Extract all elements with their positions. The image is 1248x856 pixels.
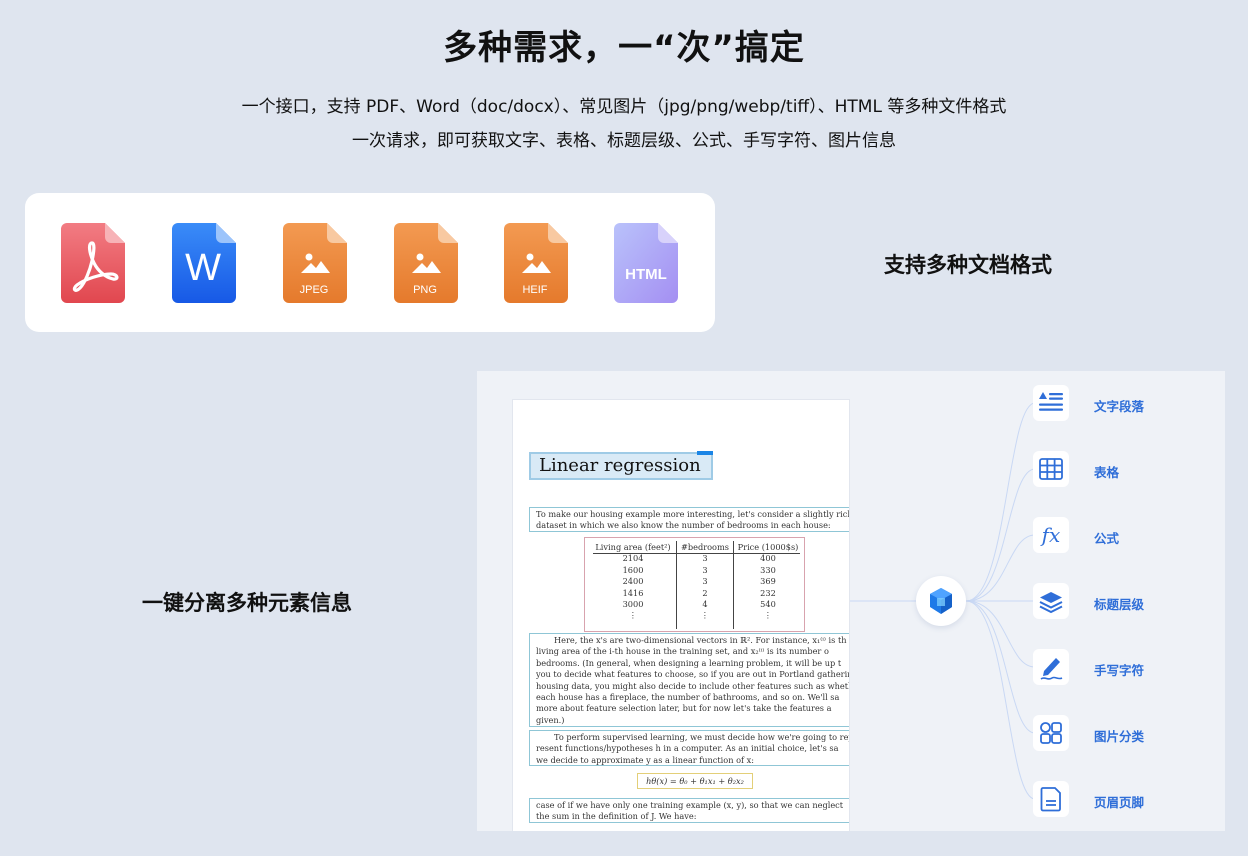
feature-label-image-category: 图片分类 (1094, 729, 1145, 744)
table-cell: 232 (760, 587, 776, 598)
svg-text:HEIF: HEIF (522, 284, 547, 296)
feature-label-table: 表格 (1094, 465, 1120, 480)
feature-label-header-footer: 页眉页脚 (1094, 795, 1145, 810)
text-line: case of if we have only one training exa… (536, 800, 844, 810)
formula-fx-icon: fx (1033, 517, 1069, 553)
table-header-cell: #bedrooms (681, 542, 729, 552)
subtitle-capabilities: 一次请求，即可获取文字、表格、标题层级、公式、手写字符、图片信息 (352, 131, 896, 151)
handwriting-pen-icon (1033, 649, 1069, 685)
paragraph-block: To perform supervised learning, we must … (529, 730, 850, 766)
text-line: To make our housing example more interes… (536, 509, 850, 519)
layers-icon (1033, 583, 1069, 619)
document-preview: Linear regression To make our housing ex… (512, 399, 850, 831)
text-line: dataset in which we also know the number… (536, 520, 831, 531)
table-cell: 369 (760, 576, 776, 587)
format-icons-card: W JPEG PNG HEIF HTML (25, 193, 715, 332)
text-line: bedrooms. (In general, when designing a … (536, 657, 842, 668)
feature-label-text: 文字段落 (1094, 399, 1145, 414)
table-cell: 1416 (622, 587, 644, 598)
svg-text:fx: fx (1040, 523, 1061, 547)
subtitle-formats: 一个接口，支持 PDF、Word（doc/docx）、常见图片（jpg/png/… (241, 97, 1007, 117)
table-cell: 400 (760, 553, 776, 564)
table-cell: 2400 (622, 576, 644, 587)
table-cell: 3 (702, 576, 708, 587)
table-cell: 1600 (622, 564, 644, 575)
element-separation-demo: Linear regression To make our housing ex… (477, 371, 1225, 831)
feature-label-formula: 公式 (1094, 531, 1120, 546)
svg-text:JPEG: JPEG (300, 284, 329, 296)
paragraph-block: To make our housing example more interes… (529, 507, 850, 532)
header-footer-icon (1033, 781, 1069, 817)
pdf-file-icon (61, 223, 125, 303)
text-line: the sum in the definition of J. We have: (536, 811, 697, 822)
heif-file-icon: HEIF (504, 223, 568, 303)
table-cell: 540 (760, 599, 776, 610)
text-line: housing data, you might also decide to i… (536, 680, 850, 691)
text-line: we decide to approximate y as a linear f… (536, 754, 755, 765)
table-cell: 2 (702, 587, 708, 598)
formula-block: hθ(x) = θ₀ + θ₁x₁ + θ₂x₂ (637, 773, 753, 789)
feature-label-heading-levels: 标题层级 (1094, 597, 1145, 612)
html-file-icon: HTML (614, 223, 678, 303)
page-title: 多种需求，一“次”搞定 (443, 28, 805, 68)
table-header-cell: Price (1000$s) (737, 542, 799, 552)
table-cell: ⋮ (700, 610, 710, 621)
feature-label-handwriting: 手写字符 (1094, 663, 1145, 678)
table-cell: 3000 (622, 599, 644, 610)
paragraph-block: Here, the x's are two-dimensional vector… (529, 633, 850, 727)
table-cell: 4 (702, 599, 708, 610)
table-header-cell: Living area (feet²) (595, 542, 671, 552)
image-category-icon (1033, 715, 1069, 751)
text-paragraph-icon (1033, 385, 1069, 421)
png-file-icon: PNG (394, 223, 458, 303)
text-line: resent functions/hypotheses h in a compu… (536, 743, 839, 754)
separation-label: 一键分离多种元素信息 (142, 591, 352, 615)
text-line: given.) (536, 714, 565, 725)
text-line: you to decide what features to choose, s… (536, 669, 850, 680)
text-line: living area of the i-th house in the tra… (536, 646, 829, 657)
table-column: Living area (feet²) 2104 1600 2400 1416 … (591, 542, 675, 622)
svg-text:HTML: HTML (625, 266, 667, 283)
svg-text:W: W (185, 247, 221, 289)
word-file-icon: W (172, 223, 236, 303)
text-line: more about feature selection later, but … (536, 703, 832, 714)
table-cell: 3 (702, 564, 708, 575)
table-icon (1033, 451, 1069, 487)
jpeg-file-icon: JPEG (283, 223, 347, 303)
document-title: Linear regression (539, 455, 701, 476)
data-table: Living area (feet²) 2104 1600 2400 1416 … (584, 537, 805, 632)
table-cell: 330 (760, 564, 776, 575)
text-line: To perform supervised learning, we must … (554, 732, 850, 742)
cube-logo-icon (930, 588, 952, 614)
svg-text:PNG: PNG (413, 284, 437, 296)
text-line: each house has a fireplace, the number o… (536, 692, 840, 703)
table-cell: ⋮ (763, 610, 773, 621)
table-column: Price (1000$s) 400 330 369 232 540 ⋮ (735, 542, 801, 622)
table-cell: 2104 (622, 553, 644, 564)
table-cell: ⋮ (628, 610, 638, 621)
engine-hub (916, 576, 966, 626)
text-line: Here, the x's are two-dimensional vector… (554, 635, 847, 645)
table-cell: 3 (702, 553, 708, 564)
paragraph-block: case of if we have only one training exa… (529, 798, 849, 823)
table-column: #bedrooms 3 3 3 2 4 ⋮ (678, 542, 732, 622)
formats-label: 支持多种文档格式 (884, 253, 1052, 277)
